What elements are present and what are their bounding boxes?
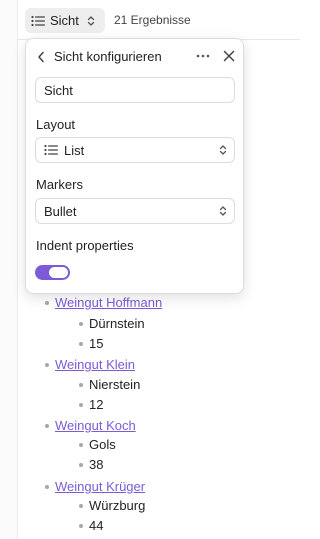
chevron-left-icon[interactable] <box>37 51 45 63</box>
close-icon[interactable] <box>222 49 236 63</box>
view-switcher-button[interactable]: Sicht <box>25 8 105 33</box>
indent-properties-toggle[interactable] <box>35 265 70 280</box>
list-item-link[interactable]: Weingut Krüger <box>55 479 145 494</box>
chevron-up-down-icon <box>219 144 227 156</box>
list-item-property: 12 <box>89 397 104 412</box>
layout-select-value: List <box>64 142 85 158</box>
toggle-knob <box>49 267 68 278</box>
property-bullet <box>79 342 83 346</box>
list-bullet <box>45 301 49 305</box>
list-item-property: 44 <box>89 518 104 533</box>
indent-properties-label: Indent properties <box>36 238 134 253</box>
property-bullet <box>79 463 83 467</box>
list-item-link[interactable]: Weingut Hoffmann <box>55 295 162 310</box>
list-bullet <box>45 424 49 428</box>
property-bullet <box>79 524 83 528</box>
result-count: 21 Ergebnisse <box>114 13 191 27</box>
property-bullet <box>79 403 83 407</box>
list-item-property: Würzburg <box>89 498 146 513</box>
list-item-property: Dürnstein <box>89 316 145 331</box>
left-panel-strip <box>0 0 18 539</box>
chevron-up-down-icon <box>87 15 95 27</box>
property-bullet <box>79 504 83 508</box>
view-switcher-label: Sicht <box>50 13 79 28</box>
markers-select-value: Bullet <box>44 203 77 219</box>
list-item-property: Gols <box>89 437 116 452</box>
more-options-icon[interactable] <box>196 49 210 63</box>
markers-label: Markers <box>36 177 83 192</box>
list-item-link[interactable]: Weingut Koch <box>55 418 136 433</box>
list-item-link[interactable]: Weingut Klein <box>55 357 135 372</box>
property-bullet <box>79 443 83 447</box>
view-name-input[interactable] <box>35 77 235 103</box>
list-item-property: 15 <box>89 336 104 351</box>
list-icon <box>31 15 45 27</box>
list-bullet <box>45 363 49 367</box>
markers-select[interactable]: Bullet <box>35 198 235 224</box>
list-icon <box>44 144 58 156</box>
configure-view-popover: Sicht konfigurieren Layout List <box>25 38 244 294</box>
property-bullet <box>79 383 83 387</box>
layout-select[interactable]: List <box>35 137 235 163</box>
property-bullet <box>79 322 83 326</box>
chevron-up-down-icon <box>219 205 227 217</box>
list-bullet <box>45 485 49 489</box>
popover-title: Sicht konfigurieren <box>54 49 162 64</box>
list-item-property: Nierstein <box>89 377 141 392</box>
layout-label: Layout <box>36 117 76 132</box>
list-item-property: 38 <box>89 457 104 472</box>
